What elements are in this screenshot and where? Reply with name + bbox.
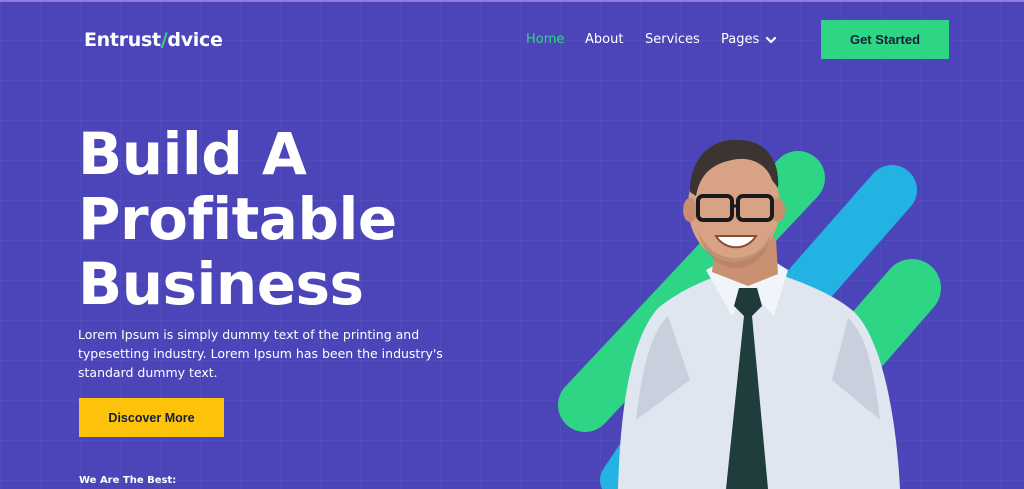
discover-more-button[interactable]: Discover More (79, 398, 224, 437)
logo-text-start: Entrust (84, 29, 161, 51)
hero-title-line: Business (78, 250, 364, 318)
site-logo[interactable]: Entrust/dvice (84, 27, 223, 53)
logo-text-end: dvice (167, 29, 223, 51)
hero-title-line: Profitable (78, 185, 397, 253)
get-started-button[interactable]: Get Started (821, 20, 949, 59)
chevron-down-icon (766, 36, 777, 44)
hero-title-line: Build A (78, 120, 307, 188)
top-accent-line (0, 0, 1024, 2)
nav-about[interactable]: About (585, 31, 623, 49)
nav-pages[interactable]: Pages (721, 31, 777, 49)
nav-services[interactable]: Services (645, 31, 700, 49)
nav-home[interactable]: Home (526, 31, 564, 49)
nav-pages-label: Pages (721, 32, 760, 47)
tagline-text: We Are The Best: (79, 475, 177, 486)
hero-description: Lorem Ipsum is simply dummy text of the … (78, 327, 443, 380)
hero-illustration (558, 139, 941, 489)
hero-title: Build A Profitable Business (78, 122, 498, 317)
